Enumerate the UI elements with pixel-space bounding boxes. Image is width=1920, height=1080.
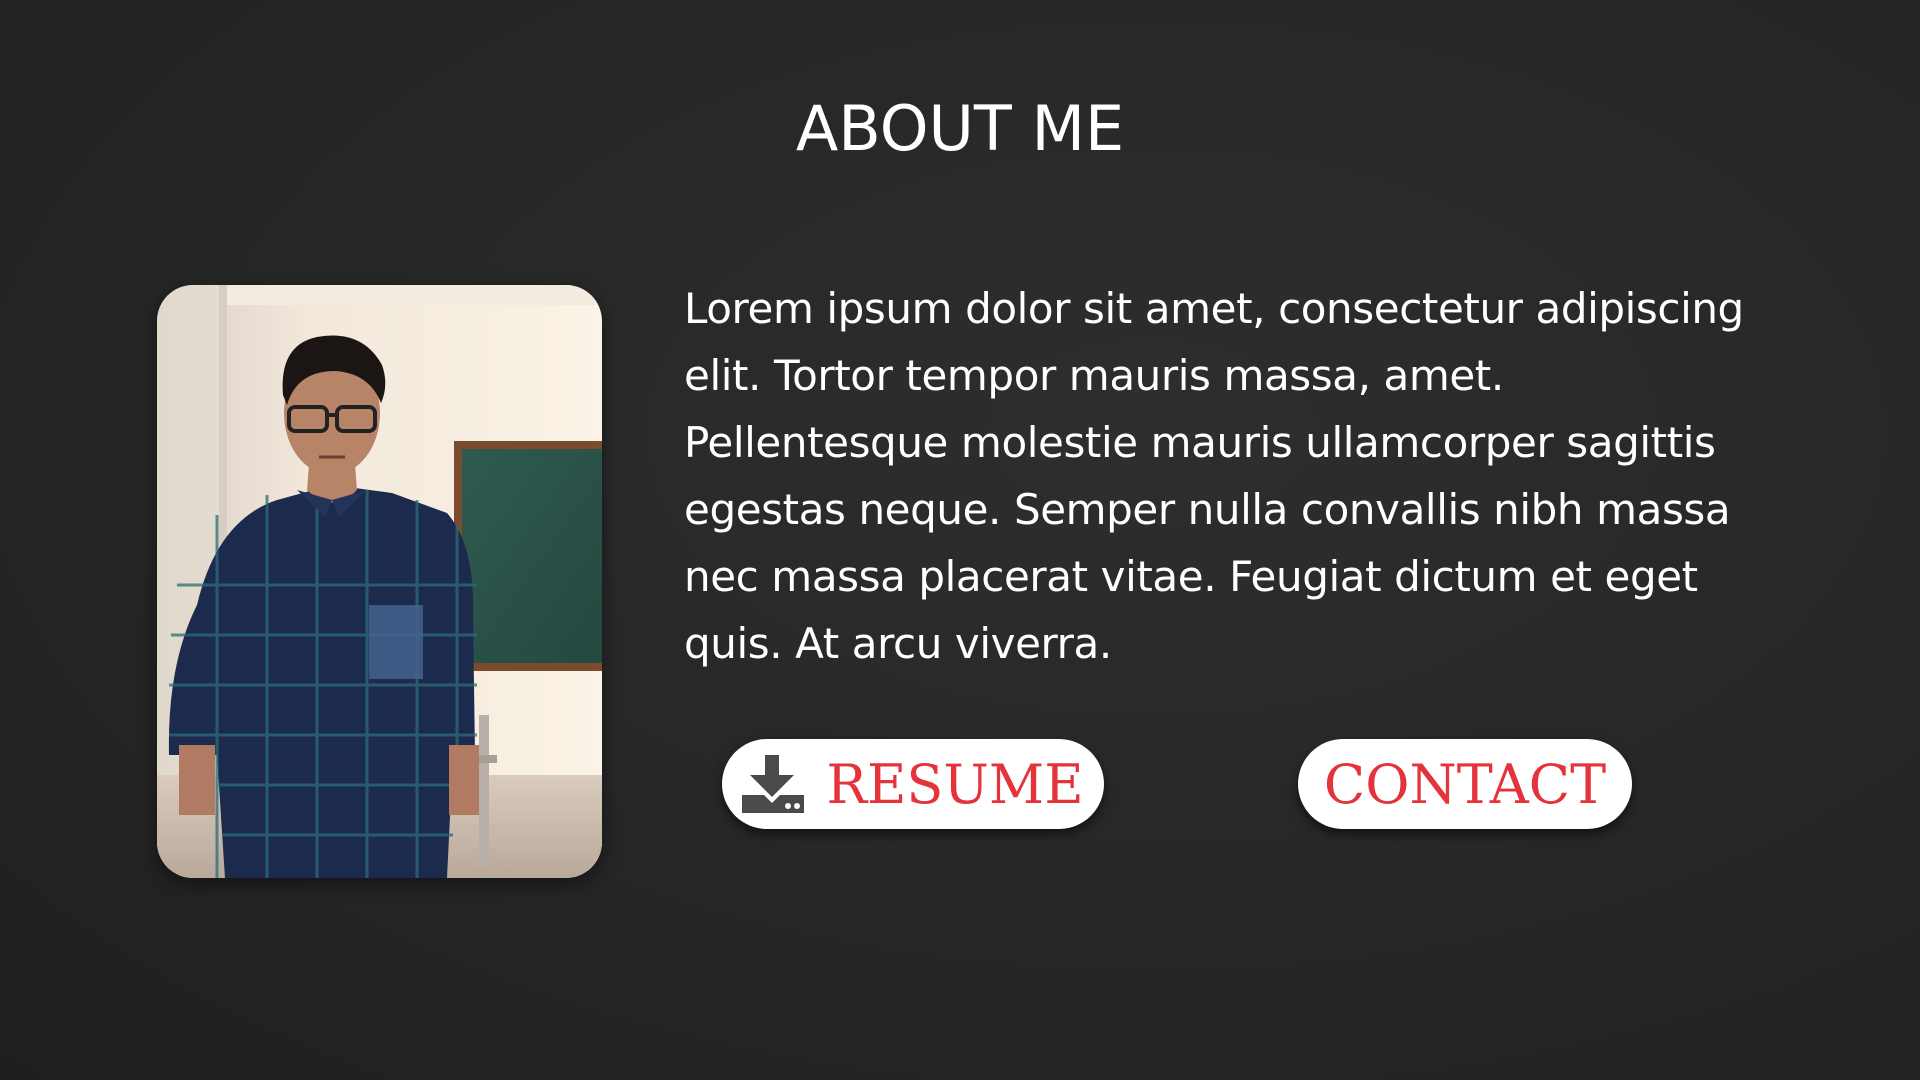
resume-label: RESUME <box>826 752 1084 816</box>
contact-label: CONTACT <box>1323 752 1607 816</box>
profile-photo <box>157 285 602 878</box>
about-bio-text: Lorem ipsum dolor sit amet, consectetur … <box>684 284 1744 668</box>
page-title: ABOUT ME <box>795 92 1125 165</box>
contact-button[interactable]: CONTACT <box>1298 739 1632 829</box>
resume-button[interactable]: RESUME <box>722 739 1104 829</box>
download-icon <box>742 755 805 813</box>
